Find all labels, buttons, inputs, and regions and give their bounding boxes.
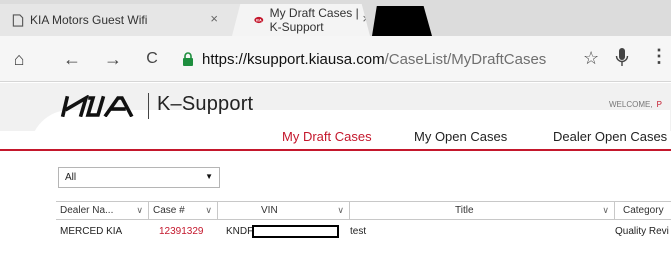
microphone-icon[interactable] xyxy=(615,47,629,69)
header-divider xyxy=(0,149,671,151)
tab-strip: KIA Motors Guest Wifi × KIA My Draft Cas… xyxy=(0,0,671,36)
kia-favicon-icon: KIA xyxy=(254,16,264,24)
forward-icon[interactable]: → xyxy=(102,48,124,70)
close-tab-icon[interactable]: × xyxy=(210,12,218,26)
welcome-label: WELCOME, xyxy=(609,100,653,109)
new-tab-button[interactable] xyxy=(372,6,432,36)
address-bar[interactable]: https://ksupport.kiausa.com/CaseList/MyD… xyxy=(178,45,618,73)
column-header-dealer[interactable]: Dealer Na... ∨ xyxy=(56,201,149,220)
nav-my-draft-cases[interactable]: My Draft Cases xyxy=(282,129,372,144)
nav-dealer-open-cases[interactable]: Dealer Open Cases xyxy=(553,129,667,144)
tab-my-draft-cases[interactable]: KIA My Draft Cases | K-Support × xyxy=(232,4,370,36)
column-header-vin[interactable]: VIN ∨ xyxy=(218,201,350,220)
column-header-category-label: Category xyxy=(623,205,664,216)
table-row[interactable]: MERCED KIA 12391329 KNDF test Quality Re… xyxy=(56,221,671,241)
cell-title: test xyxy=(350,226,367,237)
case-filter-value: All xyxy=(65,172,77,183)
column-menu-icon[interactable]: ∨ xyxy=(337,205,344,216)
case-filter-select[interactable]: All ▼ xyxy=(58,167,220,188)
kia-logo[interactable] xyxy=(60,95,136,117)
close-tab-icon[interactable]: × xyxy=(362,12,370,26)
cell-dealer: MERCED KIA xyxy=(60,226,123,237)
reload-icon[interactable]: C xyxy=(141,48,163,70)
column-header-case-number[interactable]: Case # ∨ xyxy=(149,201,218,220)
welcome-user[interactable]: P xyxy=(657,100,662,109)
url-host: https://ksupport.kiausa.com xyxy=(202,50,385,68)
cell-case-number-link[interactable]: 12391329 xyxy=(159,226,204,237)
url-path: /CaseList/MyDraftCases xyxy=(384,50,547,68)
cell-category: Quality Revi xyxy=(615,226,669,237)
column-header-dealer-label: Dealer Na... xyxy=(60,205,114,216)
tab-my-draft-cases-label: My Draft Cases | K-Support xyxy=(269,6,359,34)
lock-icon xyxy=(183,52,193,66)
menu-icon[interactable]: ⋮ xyxy=(650,46,668,67)
nav-my-open-cases[interactable]: My Open Cases xyxy=(414,129,507,144)
cell-vin: KNDF xyxy=(226,226,254,237)
column-menu-icon[interactable]: ∨ xyxy=(205,205,212,216)
column-header-case-number-label: Case # xyxy=(153,205,185,216)
column-header-title[interactable]: Title ∨ xyxy=(350,201,615,220)
browser-toolbar: ⌂ ← → C https://ksupport.kiausa.com/Case… xyxy=(0,36,671,82)
column-header-category[interactable]: Category xyxy=(615,201,671,220)
page-icon xyxy=(12,13,24,27)
tab-guest-wifi-label: KIA Motors Guest Wifi xyxy=(30,13,148,27)
column-header-vin-label: VIN xyxy=(261,205,278,216)
back-icon[interactable]: ← xyxy=(61,48,83,70)
dropdown-caret-icon: ▼ xyxy=(205,172,213,181)
column-header-title-label: Title xyxy=(455,205,474,216)
column-menu-icon[interactable]: ∨ xyxy=(602,205,609,216)
welcome-text: WELCOME, P xyxy=(609,100,662,109)
column-menu-icon[interactable]: ∨ xyxy=(136,205,143,216)
vin-redaction-box xyxy=(252,225,339,238)
brand-separator xyxy=(148,93,149,119)
site-brand: K–Support xyxy=(157,93,254,115)
svg-text:KIA: KIA xyxy=(256,18,262,22)
home-icon[interactable]: ⌂ xyxy=(8,48,30,70)
star-icon[interactable]: ☆ xyxy=(583,48,599,69)
tab-guest-wifi[interactable]: KIA Motors Guest Wifi × xyxy=(0,4,246,36)
